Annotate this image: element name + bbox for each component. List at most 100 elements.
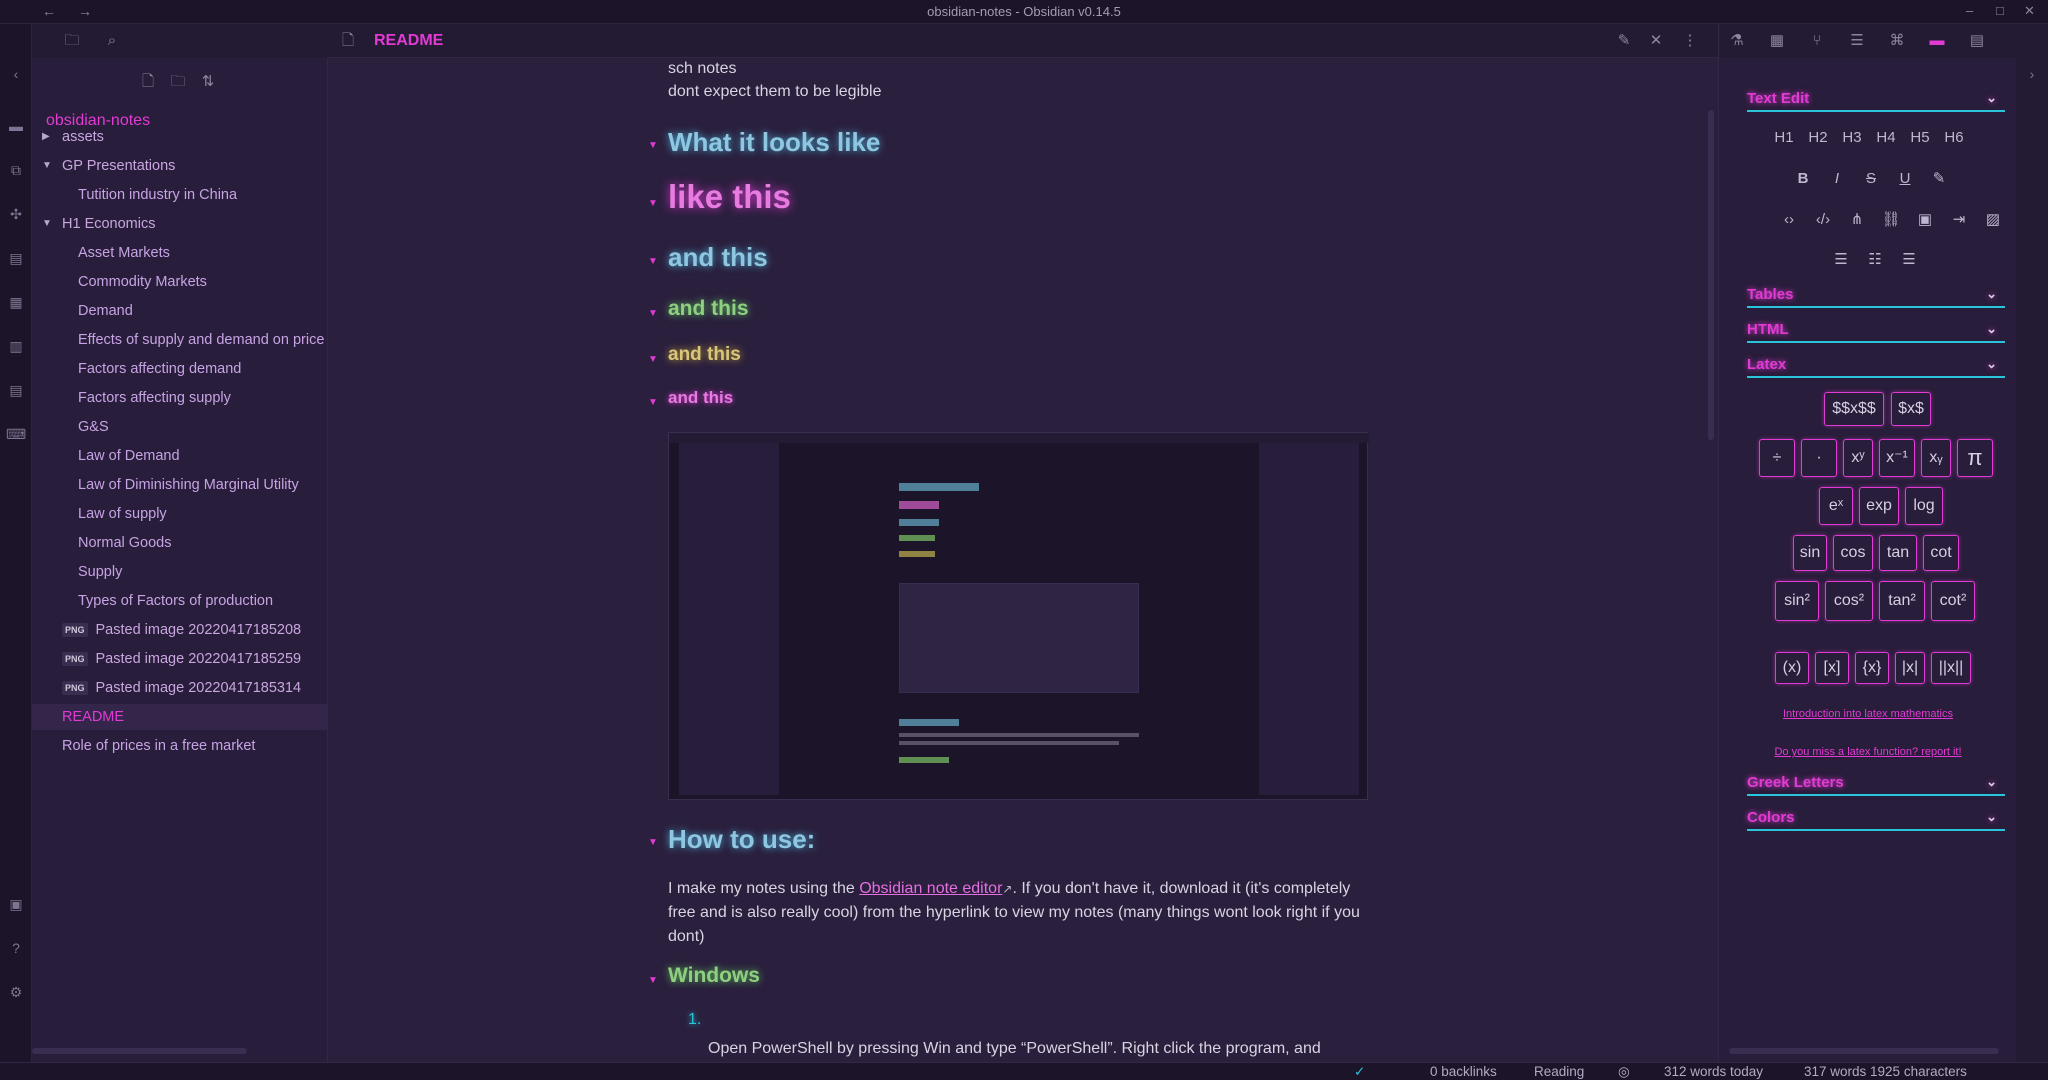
latex-exp-button[interactable]: exp (1859, 487, 1899, 525)
fold-arrow-icon[interactable]: ▼ (648, 198, 658, 209)
heading-3-button[interactable]: H3 (1837, 126, 1867, 150)
fold-arrow-icon[interactable]: ▼ (648, 975, 658, 986)
file-item[interactable]: Effects of supply and demand on price (32, 327, 328, 353)
vault-switch-icon[interactable]: ▣ (6, 894, 26, 914)
heading-2-button[interactable]: H2 (1803, 126, 1833, 150)
strikethrough-button[interactable]: S (1859, 167, 1883, 191)
underline-button[interactable]: U (1893, 167, 1917, 191)
latex-norm-button[interactable]: ||x|| (1931, 652, 1971, 684)
ribbon-terminal-icon[interactable]: ⌨ (6, 424, 26, 444)
fold-arrow-icon[interactable]: ▼ (648, 397, 658, 408)
fold-arrow-icon[interactable]: ▼ (648, 140, 658, 151)
fold-arrow-icon[interactable]: ▼ (648, 256, 658, 267)
file-item[interactable]: Role of prices in a free market (32, 733, 328, 759)
file-item[interactable]: Law of supply (32, 501, 328, 527)
latex-inverse-button[interactable]: x⁻¹ (1879, 439, 1915, 477)
highlight-pen-icon[interactable]: ✎ (1927, 167, 1951, 191)
editor-scrollbar[interactable] (1708, 110, 1714, 440)
minimize-button[interactable]: – (1966, 3, 1973, 18)
heading-5-button[interactable]: H5 (1905, 126, 1935, 150)
heading-4-button[interactable]: H4 (1871, 126, 1901, 150)
section-latex[interactable]: Latex ⌄ (1747, 356, 2005, 378)
file-item[interactable]: PNG Pasted image 20220417185259 (32, 646, 328, 672)
expand-right-icon[interactable]: ▶ (42, 124, 50, 150)
close-tab-icon[interactable]: ✕ (1646, 31, 1666, 51)
view-mode[interactable]: Reading (1534, 1064, 1584, 1079)
graph-view-icon[interactable]: ✣ (6, 204, 26, 224)
latex-sin2-button[interactable]: sin² (1775, 581, 1819, 621)
new-folder-icon[interactable]: 🗀 (168, 72, 188, 92)
ribbon-cards-icon[interactable]: ▤ (6, 248, 26, 268)
latex-sin-button[interactable]: sin (1793, 535, 1827, 571)
numbered-list-icon[interactable]: ☷ (1863, 248, 1887, 272)
ribbon-table-icon[interactable]: ▥ (6, 336, 26, 356)
folder-item[interactable]: ▼ GP Presentations (32, 153, 328, 179)
latex-report-link[interactable]: Do you miss a latex function? report it! (1719, 746, 2017, 758)
collapse-left-icon[interactable]: ‹ (6, 64, 26, 84)
latex-bracket-button[interactable]: [x] (1815, 652, 1849, 684)
latex-inline-button[interactable]: $x$ (1891, 392, 1931, 426)
maximize-button[interactable]: □ (1996, 3, 2004, 18)
latex-dot-button[interactable]: · (1801, 439, 1837, 477)
table-icon[interactable]: ▤ (1967, 31, 1987, 51)
right-panel-scrollbar[interactable] (1729, 1048, 1999, 1054)
section-tables[interactable]: Tables ⌄ (1747, 286, 2005, 308)
expand-down-icon[interactable]: ▼ (42, 211, 52, 237)
expand-down-icon[interactable]: ▼ (42, 153, 52, 179)
file-item[interactable]: Factors affecting supply (32, 385, 328, 411)
fold-arrow-icon[interactable]: ▼ (648, 354, 658, 365)
git-icon[interactable]: ⑂ (1807, 31, 1827, 51)
file-item[interactable]: PNG Pasted image 20220417185208 (32, 617, 328, 643)
latex-block-button[interactable]: $$x$$ (1824, 392, 1884, 426)
section-colors[interactable]: Colors ⌄ (1747, 809, 2005, 831)
file-item[interactable]: README (32, 704, 328, 730)
ribbon-blocks-icon[interactable]: ▦ (6, 292, 26, 312)
editor-toolbar-icon[interactable]: ▬ (1927, 31, 1947, 51)
sort-icon[interactable]: ⇅ (198, 72, 218, 92)
edit-pencil-icon[interactable]: ✎ (1614, 31, 1634, 51)
file-item[interactable]: Demand (32, 298, 328, 324)
latex-cot2-button[interactable]: cot² (1931, 581, 1975, 621)
graph-icon[interactable]: ⚗ (1727, 31, 1747, 51)
file-item[interactable]: Asset Markets (32, 240, 328, 266)
latex-paren-button[interactable]: (x) (1775, 652, 1809, 684)
file-item[interactable]: Normal Goods (32, 530, 328, 556)
new-note-icon[interactable]: 🗋 (138, 72, 158, 92)
tab-title[interactable]: README (374, 32, 443, 50)
settings-gear-icon[interactable]: ⚙ (6, 982, 26, 1002)
fold-arrow-icon[interactable]: ▼ (648, 308, 658, 319)
bold-button[interactable]: B (1791, 167, 1815, 191)
code-block-icon[interactable]: ‹/› (1811, 208, 1835, 232)
latex-cot-button[interactable]: cot (1923, 535, 1959, 571)
latex-pi-button[interactable]: π (1957, 439, 1993, 477)
latex-log-button[interactable]: log (1905, 487, 1943, 525)
indent-icon[interactable]: ⇥ (1947, 208, 1971, 232)
more-options-icon[interactable]: ⋮ (1680, 31, 1700, 51)
latex-subscript-button[interactable]: xᵧ (1921, 439, 1951, 477)
file-item[interactable]: Law of Demand (32, 443, 328, 469)
link-icon[interactable]: ⛓ (1879, 208, 1903, 232)
folder-icon[interactable]: 🗀 (62, 31, 82, 51)
italic-button[interactable]: I (1825, 167, 1849, 191)
section-html[interactable]: HTML ⌄ (1747, 321, 2005, 343)
latex-ex-button[interactable]: eˣ (1819, 487, 1853, 525)
mermaid-icon[interactable]: ⋔ (1845, 208, 1869, 232)
heading-1-button[interactable]: H1 (1769, 126, 1799, 150)
file-item[interactable]: Factors affecting demand (32, 356, 328, 382)
bullet-list-icon[interactable]: ☰ (1829, 248, 1853, 272)
file-item[interactable]: Supply (32, 559, 328, 585)
section-text-edit[interactable]: Text Edit ⌄ (1747, 90, 2005, 112)
left-panel-scrollbar[interactable] (32, 1048, 247, 1054)
obsidian-editor-link[interactable]: Obsidian note editor (859, 880, 1002, 897)
latex-tan2-button[interactable]: tan² (1879, 581, 1925, 621)
section-greek-letters[interactable]: Greek Letters ⌄ (1747, 774, 2005, 796)
calendar-icon[interactable]: ▦ (1767, 31, 1787, 51)
heading-6-button[interactable]: H6 (1939, 126, 1969, 150)
inline-code-icon[interactable]: ‹› (1777, 208, 1801, 232)
help-icon[interactable]: ? (6, 938, 26, 958)
ribbon-sheet-icon[interactable]: ▤ (6, 380, 26, 400)
latex-abs-button[interactable]: |x| (1895, 652, 1925, 684)
latex-brace-button[interactable]: {x} (1855, 652, 1889, 684)
image-icon[interactable]: ▨ (1981, 208, 2005, 232)
outline-icon[interactable]: ☰ (1847, 31, 1867, 51)
